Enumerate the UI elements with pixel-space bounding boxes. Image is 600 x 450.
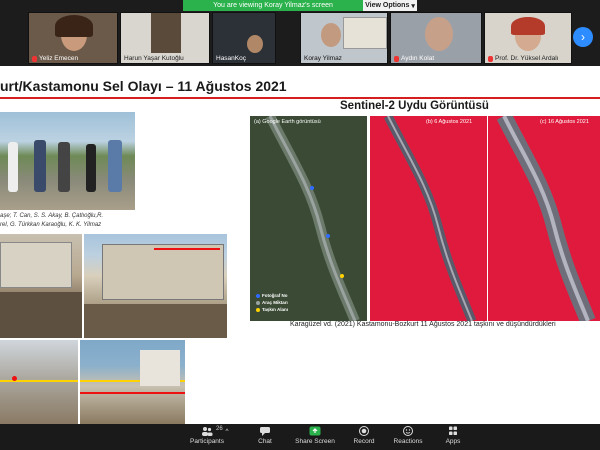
- participant-name: HasanKoç: [216, 55, 246, 62]
- participant-name: Prof. Dr. Yüksel Ardalı: [495, 55, 559, 62]
- map-panel-label: (a) Google Earth görüntüsü: [254, 119, 321, 125]
- figure-caption: Karagüzel vd. (2021) Kastamonu-Bozkurt 1…: [290, 321, 556, 328]
- participant-hair: [511, 17, 545, 35]
- share-screen-icon: [309, 426, 321, 436]
- photo-credits: aşe; T. Can, S. S. Akay, B. Çatlıoğlu,R.…: [0, 212, 103, 230]
- damaged-building-photo: [0, 234, 82, 338]
- toolbar-label: Share Screen: [295, 438, 335, 445]
- shared-screen-slide: urt/Kastamonu Sel Olayı – 11 Ağustos 202…: [0, 66, 600, 424]
- legend-dot-icon: [256, 293, 260, 298]
- next-participants-button[interactable]: ›: [573, 27, 593, 47]
- share-screen-button[interactable]: Share Screen: [290, 426, 340, 445]
- legend-item: Araç Miktarı: [256, 299, 288, 306]
- reactions-button[interactable]: Reactions: [383, 426, 433, 445]
- toolbar-label: Reactions: [393, 438, 423, 445]
- map-panel-label: (b) 6 Ağustos 2021: [426, 119, 473, 125]
- legend-dot-icon: [256, 300, 260, 305]
- viewing-screen-label: You are viewing Koray Yilmaz's screen: [183, 0, 363, 11]
- record-button[interactable]: Record: [339, 426, 389, 445]
- participant-tile[interactable]: Prof. Dr. Yüksel Ardalı: [484, 12, 572, 64]
- muted-mic-icon: [394, 55, 399, 62]
- participant-video: [151, 13, 181, 53]
- legend-label: Fotoğraf No: [262, 293, 288, 298]
- flood-level-photo: [0, 340, 78, 424]
- river-trace: [370, 116, 487, 321]
- sentinel-false-color-map: (b) 6 Ağustos 2021: [370, 116, 487, 321]
- chevron-right-icon: ›: [581, 30, 585, 44]
- participant-tile[interactable]: Aydın Kolat: [390, 12, 482, 64]
- view-options-button[interactable]: View Options ▾: [363, 0, 417, 11]
- field-team-photo: [0, 112, 135, 210]
- toolbar-label: Apps: [445, 438, 461, 445]
- legend-item: Fotoğraf No: [256, 292, 288, 299]
- toolbar-label: Participants: [190, 438, 224, 445]
- chat-icon: [260, 427, 270, 436]
- river-trace: [488, 116, 600, 321]
- participant-name-row: Prof. Dr. Yüksel Ardalı: [488, 55, 558, 62]
- participant-name-row: Aydın Kolat: [394, 55, 434, 62]
- apps-button[interactable]: Apps: [428, 426, 478, 445]
- river-trace: [250, 116, 367, 321]
- flood-level-photo: [80, 340, 185, 424]
- view-options-label: View Options: [365, 2, 410, 9]
- participant-name: Harun Yaşar Kutoğlu: [124, 55, 184, 62]
- participant-name: Yeliz Emecen: [39, 55, 79, 62]
- legend-label: Araç Miktarı: [262, 300, 288, 305]
- chevron-up-icon: ^: [225, 428, 229, 435]
- participant-video: [425, 17, 453, 51]
- participant-video: [321, 23, 341, 47]
- sentinel-false-color-map: (c) 16 Ağustos 2021: [488, 116, 600, 321]
- title-underline: [0, 97, 600, 99]
- record-icon: [359, 426, 369, 436]
- participants-icon: [202, 427, 213, 436]
- legend-item: Taşkın Alanı: [256, 306, 288, 313]
- map-legend: Fotoğraf No Araç Miktarı Taşkın Alanı: [256, 292, 288, 313]
- reactions-icon: [403, 426, 413, 436]
- toolbar-label: Chat: [258, 438, 272, 445]
- muted-mic-icon: [32, 55, 37, 62]
- legend-label: Taşkın Alanı: [262, 307, 289, 312]
- chevron-down-icon: ▾: [411, 2, 415, 10]
- damaged-building-photo: [84, 234, 227, 338]
- participant-hair: [55, 15, 93, 37]
- participant-video: [247, 35, 263, 53]
- slide-subheading: Sentinel-2 Uydu Görüntüsü: [340, 100, 489, 112]
- participant-name: Koray Yilmaz: [304, 55, 342, 62]
- slide-title: urt/Kastamonu Sel Olayı – 11 Ağustos 202…: [0, 78, 287, 94]
- map-panel-label: (c) 16 Ağustos 2021: [540, 119, 589, 125]
- participant-name: Aydın Kolat: [401, 55, 435, 62]
- credit-line: aşe; T. Can, S. S. Akay, B. Çatlıoğlu,R.: [0, 213, 104, 219]
- participant-tile[interactable]: Harun Yaşar Kutoğlu: [120, 12, 210, 64]
- whiteboard: [343, 17, 387, 49]
- participant-name-row: Yeliz Emecen: [32, 55, 78, 62]
- participant-tile[interactable]: HasanKoç: [212, 12, 276, 64]
- apps-icon: [449, 426, 457, 435]
- toolbar-label: Record: [353, 438, 375, 445]
- google-earth-map: (a) Google Earth görüntüsü Fotoğraf No A…: [250, 116, 367, 321]
- muted-mic-icon: [488, 55, 493, 62]
- credit-line: rel, G. Türkkan Karaoğlu, K. K. Yilmaz: [0, 222, 102, 228]
- chat-button[interactable]: Chat: [240, 426, 290, 445]
- participants-options-caret[interactable]: ^: [221, 428, 233, 435]
- screen-share-banner: You are viewing Koray Yilmaz's screen Vi…: [183, 0, 417, 11]
- participant-tile[interactable]: Koray Yilmaz: [300, 12, 388, 64]
- participant-tile[interactable]: Yeliz Emecen: [28, 12, 118, 64]
- meeting-toolbar: 26 Participants ^ Chat Share Screen Reco…: [0, 424, 600, 450]
- legend-dot-icon: [256, 307, 260, 312]
